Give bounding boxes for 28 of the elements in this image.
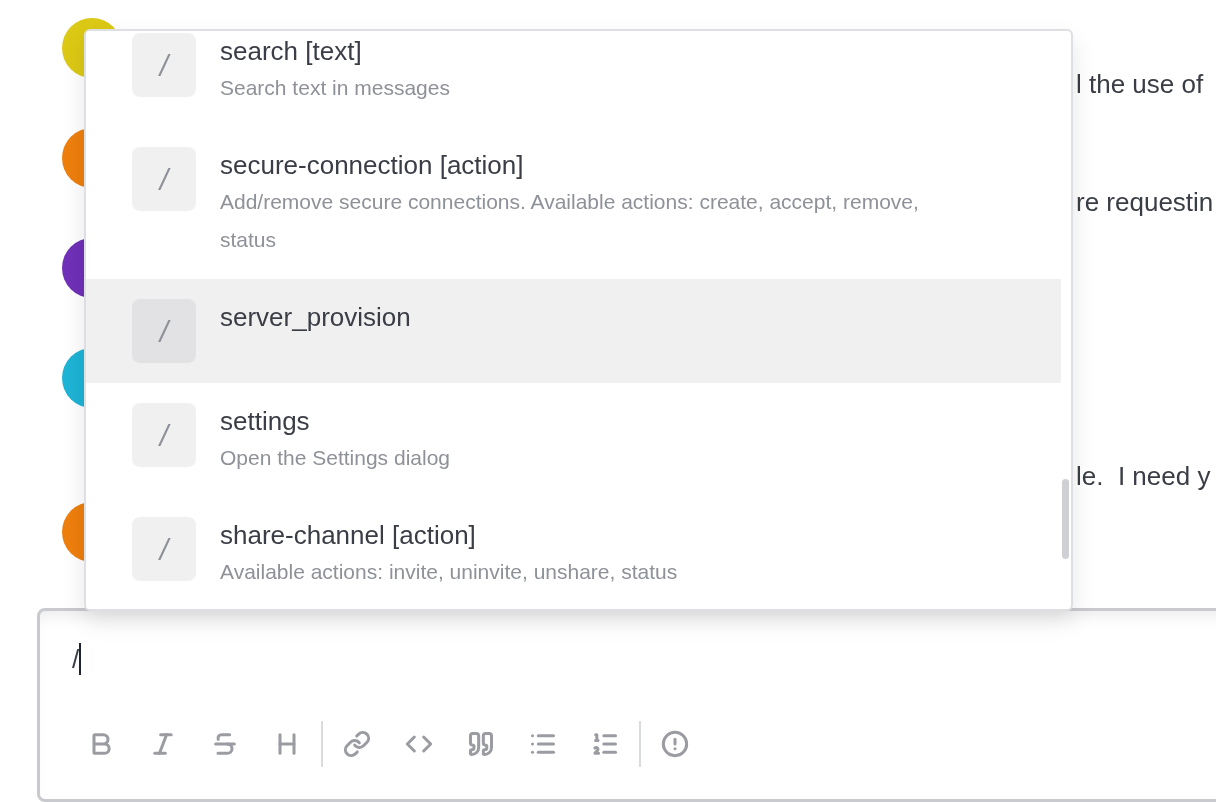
slash-icon: /	[132, 33, 196, 97]
command-description: Available actions: invite, uninvite, unshare, status	[220, 559, 679, 585]
quote-icon[interactable]	[467, 730, 495, 758]
slash-icon: /	[132, 299, 196, 363]
command-description: Search text in messages	[220, 75, 451, 101]
text-cursor	[79, 643, 82, 675]
command-title: settings	[220, 405, 311, 438]
suggestion-item[interactable]: / share-channel [action] Available actions: invite, uninvite, unshare, status	[86, 497, 1061, 609]
message-text: l the use of	[1076, 68, 1205, 101]
strikethrough-icon[interactable]	[211, 730, 239, 758]
message-input[interactable]: /	[72, 639, 82, 679]
link-icon[interactable]	[343, 730, 371, 758]
command-description: Add/remove secure connections. Available actions: create, accept, remove, status	[220, 189, 920, 253]
slash-icon: /	[132, 517, 196, 581]
command-title: secure-connection [action]	[220, 149, 525, 182]
suggestion-item[interactable]: / server_provision	[86, 279, 1061, 383]
command-title: search [text]	[220, 35, 363, 68]
numbered-list-icon[interactable]	[591, 730, 619, 758]
command-description: Open the Settings dialog	[220, 445, 451, 471]
slash-icon: /	[132, 147, 196, 211]
alert-circle-icon[interactable]	[661, 730, 689, 758]
command-title: server_provision	[220, 301, 412, 334]
suggestion-item[interactable]: / search [text] Search text in messages	[86, 31, 1061, 127]
slash-icon: /	[132, 403, 196, 467]
message-text: le. I need y	[1076, 460, 1212, 493]
scrollbar[interactable]	[1062, 479, 1069, 559]
message-text: re requestin	[1076, 186, 1215, 219]
command-title: share-channel [action]	[220, 519, 477, 552]
